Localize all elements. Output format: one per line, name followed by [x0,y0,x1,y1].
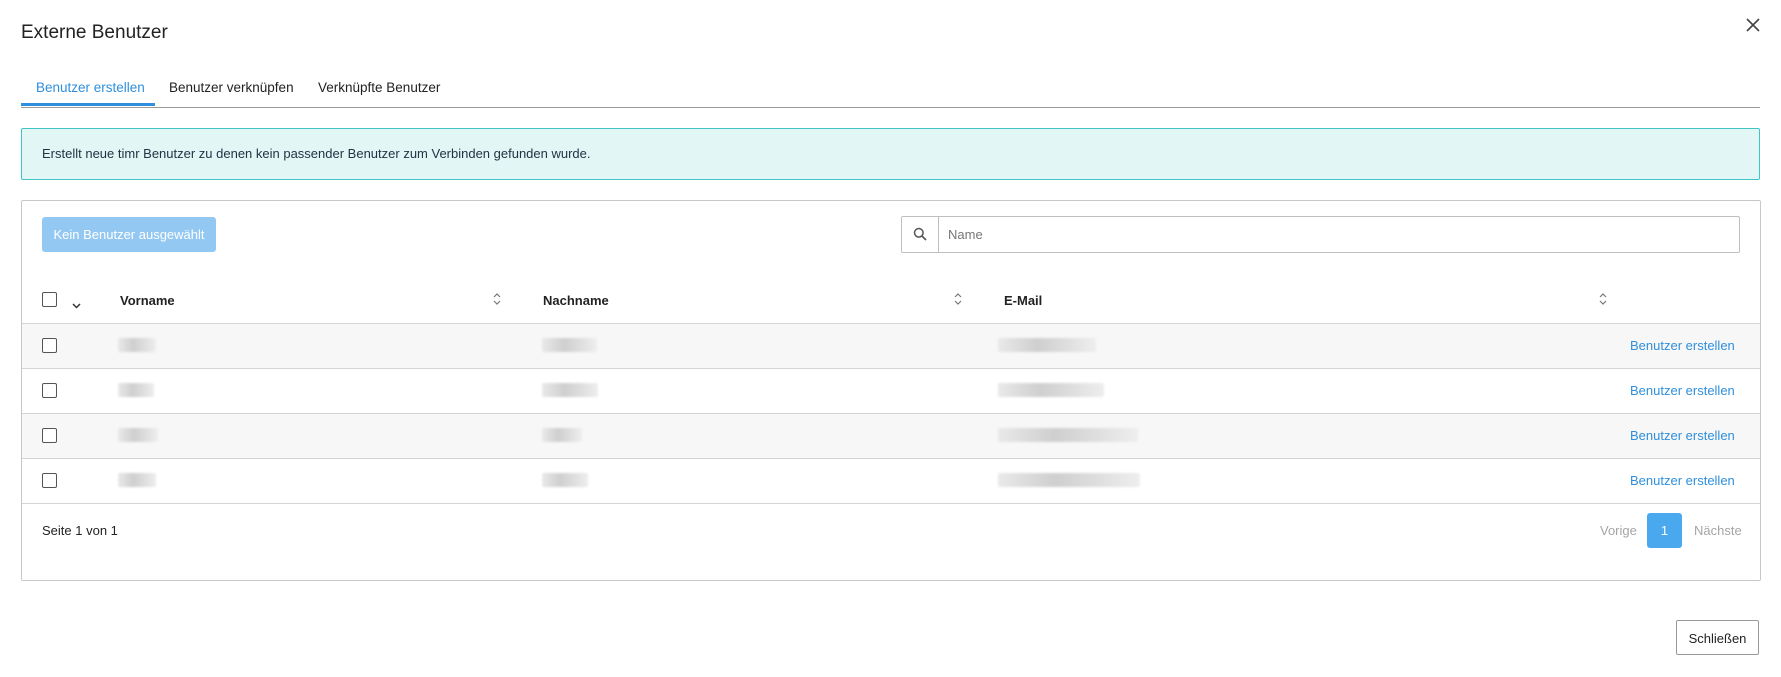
sort-icon[interactable] [953,292,963,311]
pagination-page-1[interactable]: 1 [1647,513,1682,548]
row-checkbox[interactable] [42,428,57,443]
tab-bar: Benutzer erstellen Benutzer verknüpfen V… [21,72,1760,108]
create-user-link[interactable]: Benutzer erstellen [1630,473,1735,488]
redacted-lastname [542,383,598,397]
redacted-email [998,383,1104,397]
table-row: Benutzer erstellen [22,369,1760,414]
row-checkbox[interactable] [42,383,57,398]
pagination-summary: Seite 1 von 1 [42,523,118,538]
create-user-link[interactable]: Benutzer erstellen [1630,428,1735,443]
close-button[interactable]: Schließen [1676,620,1759,655]
column-header-firstname[interactable]: Vorname [120,293,175,308]
table-row: Benutzer erstellen [22,324,1760,369]
create-selected-users-button[interactable]: Kein Benutzer ausgewählt [42,217,216,252]
row-checkbox[interactable] [42,473,57,488]
table-row: Benutzer erstellen [22,459,1760,504]
sort-icon[interactable] [1598,292,1608,311]
redacted-firstname [118,473,156,487]
tab-create-users[interactable]: Benutzer erstellen [36,80,145,95]
pagination-prev[interactable]: Vorige [1600,523,1637,538]
redacted-firstname [118,338,156,352]
info-message: Erstellt neue timr Benutzer zu denen kei… [42,146,591,161]
redacted-email [998,338,1096,352]
table-header: Vorname Nachname E-Mail [22,277,1760,324]
search-box [901,216,1740,253]
dialog-title: Externe Benutzer [21,22,168,43]
table-row: Benutzer erstellen [22,414,1760,459]
row-checkbox[interactable] [42,338,57,353]
redacted-firstname [118,428,158,442]
column-header-lastname[interactable]: Nachname [543,293,609,308]
pagination-next[interactable]: Nächste [1694,523,1742,538]
select-all-checkbox[interactable] [42,292,57,307]
active-tab-indicator [21,103,155,106]
close-icon[interactable] [1743,15,1763,35]
redacted-email [998,473,1140,487]
redacted-email [998,428,1138,442]
create-user-link[interactable]: Benutzer erstellen [1630,383,1735,398]
chevron-down-icon[interactable] [72,296,81,314]
tab-link-users[interactable]: Benutzer verknüpfen [169,80,294,95]
info-banner: Erstellt neue timr Benutzer zu denen kei… [21,128,1760,180]
search-icon [902,217,939,252]
create-user-link[interactable]: Benutzer erstellen [1630,338,1735,353]
redacted-lastname [542,473,588,487]
sort-icon[interactable] [492,292,502,311]
redacted-lastname [542,338,597,352]
users-panel: Kein Benutzer ausgewählt Vorname Nachnam… [21,200,1761,581]
external-users-dialog: Externe Benutzer Benutzer erstellen Benu… [0,0,1781,677]
redacted-firstname [118,383,154,397]
search-input[interactable] [948,225,1718,243]
column-header-email[interactable]: E-Mail [1004,293,1042,308]
redacted-lastname [542,428,582,442]
tab-linked-users[interactable]: Verknüpfte Benutzer [318,80,440,95]
